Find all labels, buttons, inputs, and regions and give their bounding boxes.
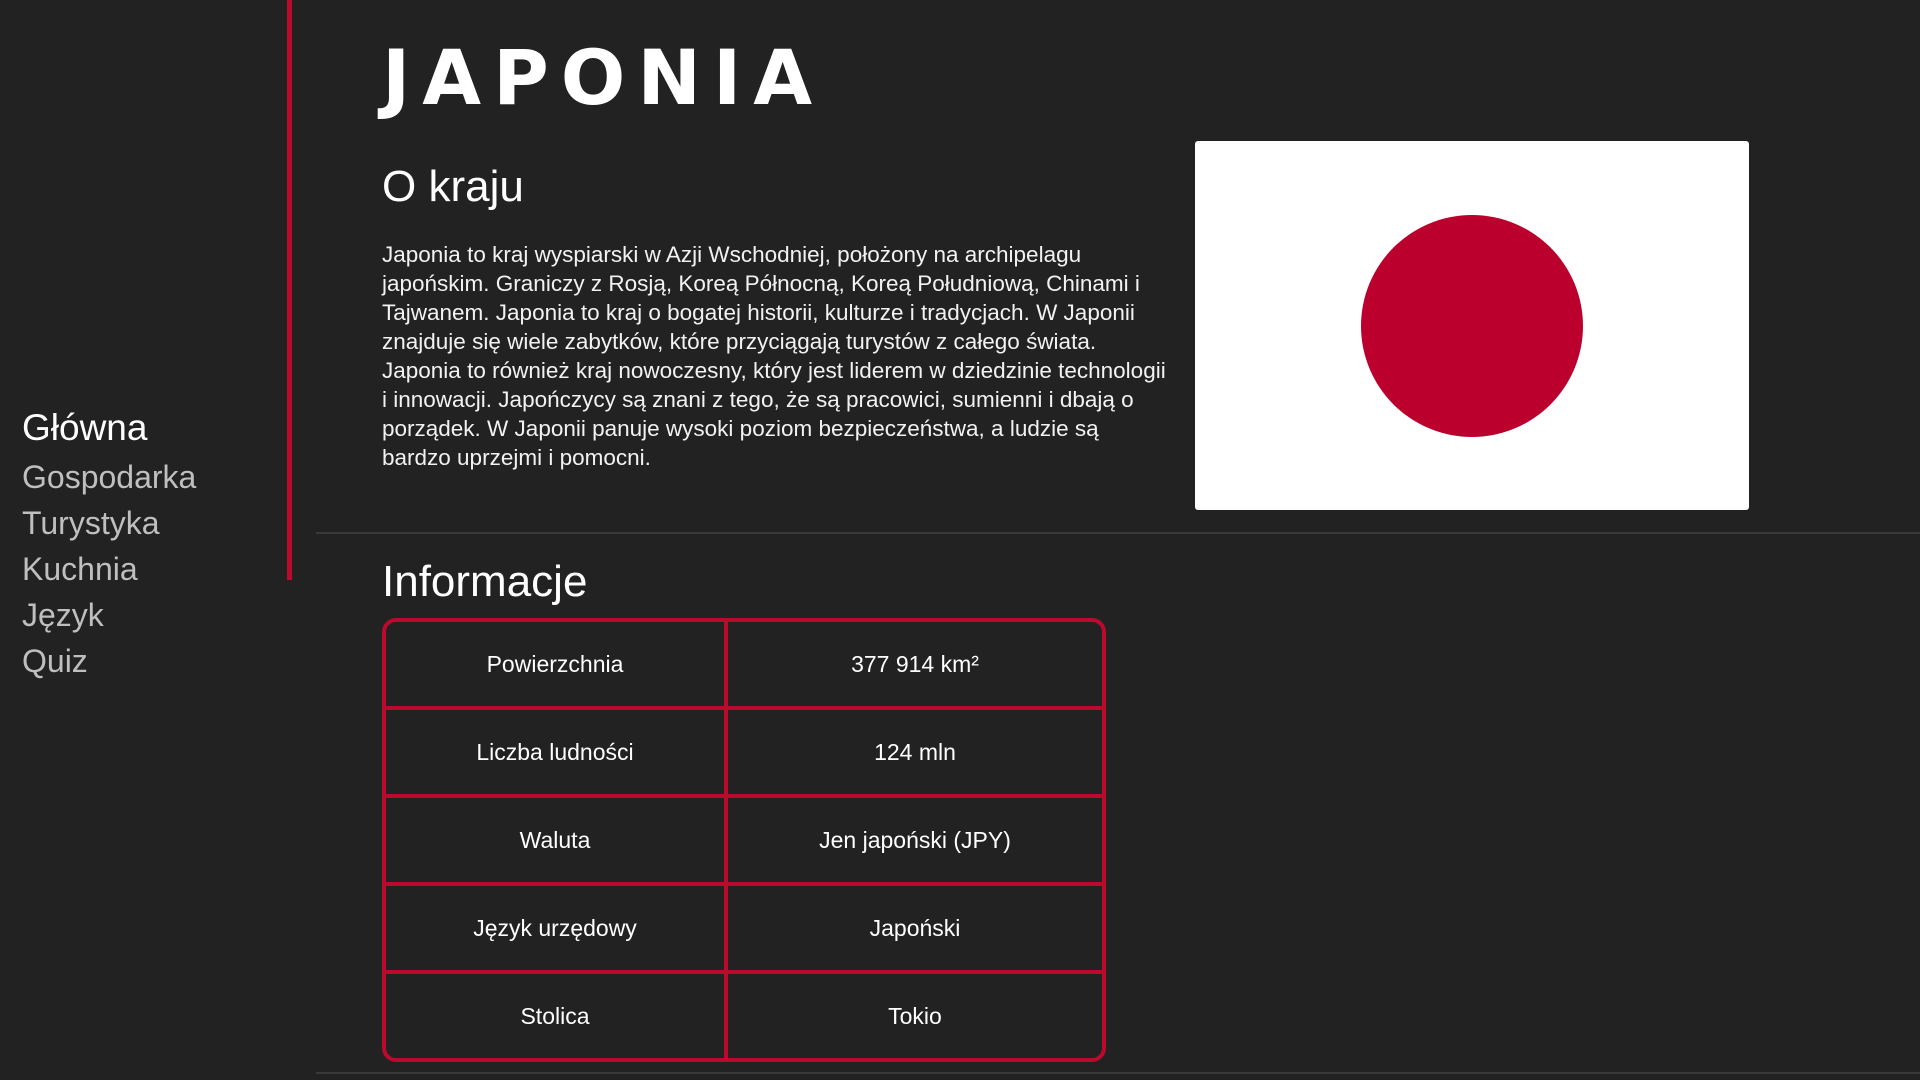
nav-item-gospodarka[interactable]: Gospodarka [22, 454, 196, 500]
nav-item-quiz[interactable]: Quiz [22, 638, 196, 684]
about-paragraph: Japonia to kraj wyspiarski w Azji Wschod… [382, 242, 1166, 470]
table-row: Waluta Jen japoński (JPY) [386, 798, 1102, 886]
japan-flag-image [1195, 141, 1749, 510]
info-key: Stolica [386, 974, 728, 1058]
about-heading: O kraju [382, 162, 524, 211]
table-row: Liczba ludności 124 mln [386, 710, 1102, 798]
info-value: 124 mln [728, 710, 1102, 798]
section-divider [316, 532, 1920, 534]
info-value: 377 914 km² [728, 622, 1102, 710]
nav-item-glowna[interactable]: Główna [22, 402, 196, 454]
table-row: Język urzędowy Japoński [386, 886, 1102, 974]
sidebar: Główna Gospodarka Turystyka Kuchnia Języ… [0, 0, 292, 1080]
info-value: Jen japoński (JPY) [728, 798, 1102, 886]
flag-sun-disc [1361, 215, 1583, 437]
info-heading: Informacje [382, 557, 588, 606]
nav-menu: Główna Gospodarka Turystyka Kuchnia Języ… [22, 402, 196, 684]
info-key: Waluta [386, 798, 728, 886]
info-value: Japoński [728, 886, 1102, 974]
info-table: Powierzchnia 377 914 km² Liczba ludności… [382, 618, 1106, 1062]
info-key: Język urzędowy [386, 886, 728, 974]
info-key: Powierzchnia [386, 622, 728, 710]
nav-item-kuchnia[interactable]: Kuchnia [22, 546, 196, 592]
sidebar-accent-border [287, 0, 292, 580]
table-row: Powierzchnia 377 914 km² [386, 622, 1102, 710]
info-key: Liczba ludności [386, 710, 728, 798]
nav-item-jezyk[interactable]: Język [22, 592, 196, 638]
info-value: Tokio [888, 1002, 942, 1029]
nav-item-turystyka[interactable]: Turystyka [22, 500, 196, 546]
site-logo: JAPONIA [382, 33, 825, 122]
table-row: Stolica Tokio [386, 974, 1102, 1058]
section-divider [316, 1072, 1920, 1074]
